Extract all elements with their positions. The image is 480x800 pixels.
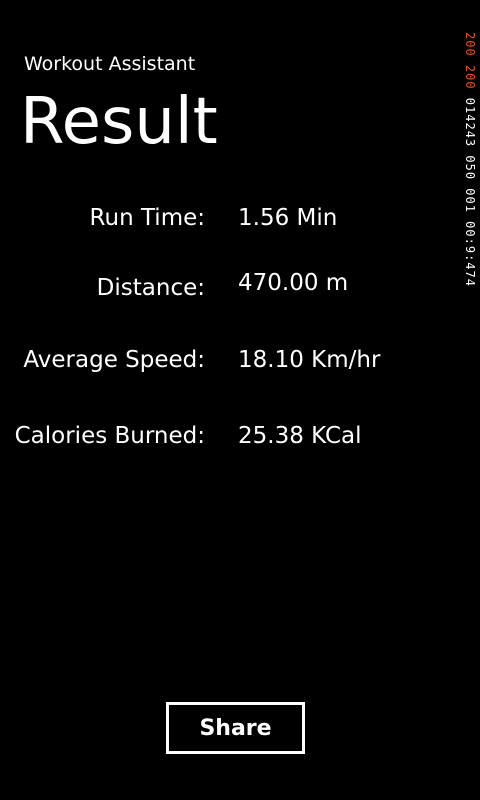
frame-rate-counter-text: 014243 050 001 00:9:474 <box>463 89 477 287</box>
calories-burned-value: 25.38 KCal <box>238 423 362 449</box>
calories-burned-label: Calories Burned: <box>14 423 205 449</box>
stat-row-run-time: Run Time: 1.56 Min <box>0 198 480 238</box>
average-speed-label: Average Speed: <box>23 347 205 373</box>
run-time-value: 1.56 Min <box>238 205 338 231</box>
stat-row-calories-burned: Calories Burned: 25.38 KCal <box>0 416 480 456</box>
average-speed-value: 18.10 Km/hr <box>238 347 381 373</box>
share-button[interactable]: Share <box>166 702 305 754</box>
distance-value: 470.00 m <box>238 270 349 296</box>
distance-label: Distance: <box>96 275 205 301</box>
run-time-label: Run Time: <box>89 205 205 231</box>
app-title: Workout Assistant <box>24 53 196 75</box>
stat-row-average-speed: Average Speed: 18.10 Km/hr <box>0 340 480 380</box>
frame-rate-counter-accent: 200 200 <box>463 32 477 90</box>
stat-row-distance: Distance: 470.00 m <box>0 266 480 306</box>
page-title: Result <box>20 85 218 159</box>
frame-rate-counter: 200 200 014243 050 001 00:9:474 <box>463 32 477 287</box>
